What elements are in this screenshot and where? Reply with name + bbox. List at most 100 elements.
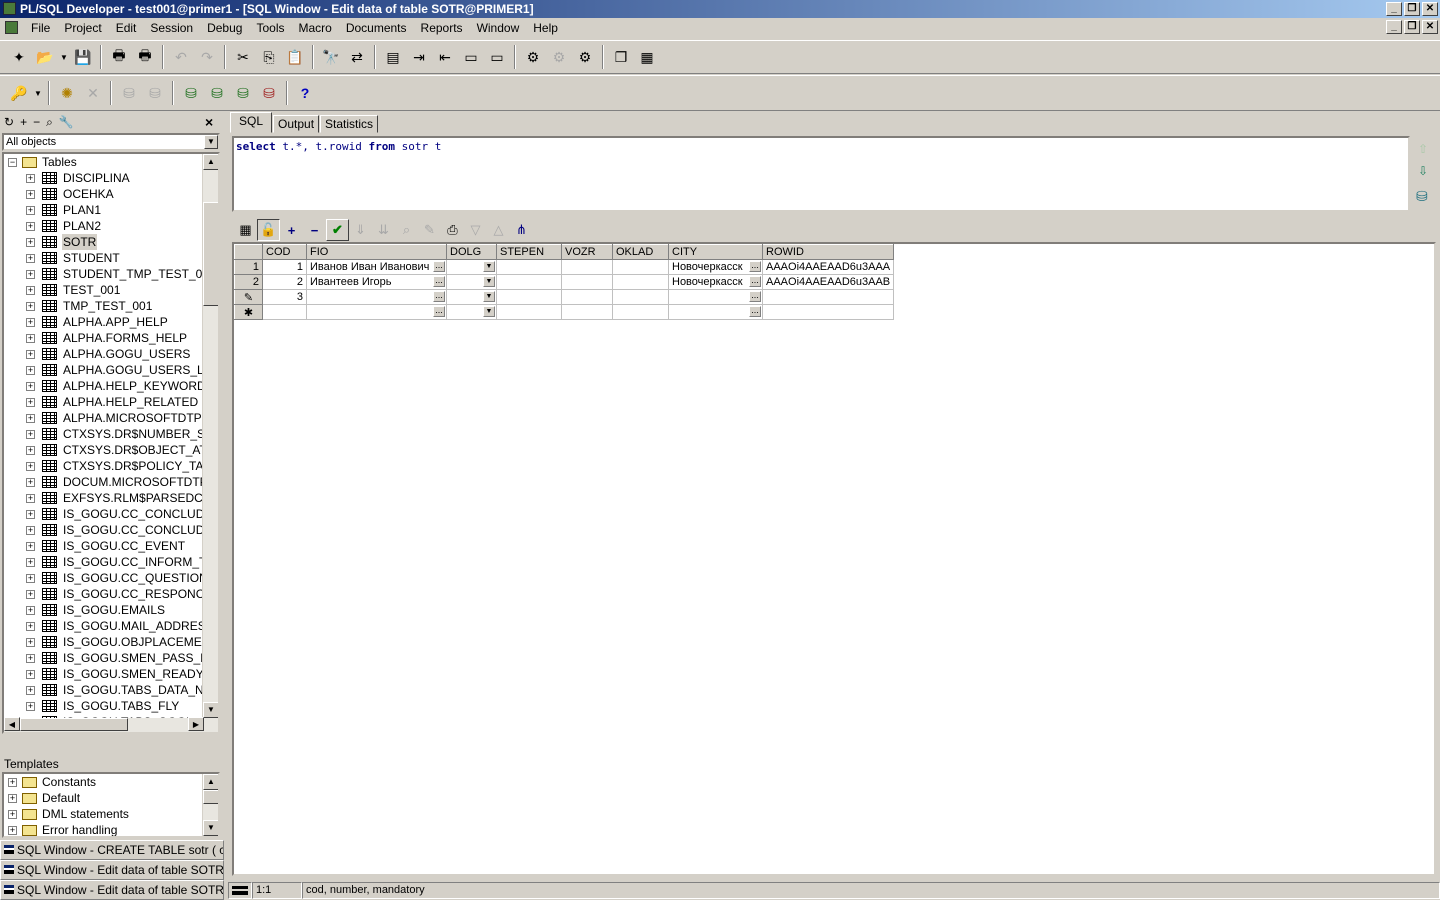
- expand-icon[interactable]: +: [8, 810, 17, 819]
- column-header-oklad[interactable]: OKLAD: [612, 244, 669, 260]
- expand-icon[interactable]: +: [8, 794, 17, 803]
- ellipsis-button[interactable]: ...: [433, 261, 445, 272]
- cell-stepen[interactable]: [496, 289, 562, 305]
- row-header[interactable]: ✱: [234, 304, 263, 320]
- tree-table-item[interactable]: + IS_GOGU.EMAILS: [4, 602, 218, 618]
- tree-table-item[interactable]: + ALPHA.GOGU_USERS: [4, 346, 218, 362]
- cell-dolg[interactable]: ▼: [446, 304, 497, 320]
- expand-icon[interactable]: +: [26, 430, 35, 439]
- paste-icon[interactable]: 📋: [282, 44, 308, 70]
- expand-icon[interactable]: +: [26, 318, 35, 327]
- cell-rowid[interactable]: AAAOi4AAEAAD6u3AAA: [761, 259, 895, 275]
- tree-table-item[interactable]: + DOCUM.MICROSOFTDTPRO: [4, 474, 218, 490]
- tree-table-item[interactable]: + STUDENT: [4, 250, 218, 266]
- expand-icon[interactable]: +: [26, 270, 35, 279]
- disconnect-icon[interactable]: ⛁: [256, 80, 282, 106]
- table-row[interactable]: 1 1 Иванов Иван Иванович... ▼ Новочеркасск..…: [234, 259, 895, 275]
- cell-dolg[interactable]: ▼: [446, 274, 497, 290]
- cell-stepen[interactable]: [496, 274, 562, 290]
- tree-table-item[interactable]: + ALPHA.HELP_RELATED: [4, 394, 218, 410]
- restore-button[interactable]: ❐: [1404, 2, 1420, 16]
- tree-table-item[interactable]: + IS_GOGU.TABS_FLY: [4, 698, 218, 714]
- expand-icon[interactable]: +: [26, 702, 35, 711]
- cut-icon[interactable]: ✂: [230, 44, 256, 70]
- refresh-icon[interactable]: ↻: [4, 115, 14, 130]
- expand-icon[interactable]: +: [8, 778, 17, 787]
- scroll-up-icon[interactable]: ▲: [203, 774, 218, 790]
- key-dropdown-icon[interactable]: ▼: [32, 80, 44, 106]
- expand-icon[interactable]: +: [26, 622, 35, 631]
- menu-debug[interactable]: Debug: [200, 21, 249, 35]
- cell-fio[interactable]: Иванов Иван Иванович...: [306, 259, 447, 275]
- next-page-icon[interactable]: ▽: [464, 219, 487, 241]
- menu-edit[interactable]: Edit: [109, 21, 144, 35]
- tree-table-item[interactable]: + ALPHA.FORMS_HELP: [4, 330, 218, 346]
- key-icon[interactable]: 🔑: [6, 80, 32, 106]
- expand-icon[interactable]: +: [26, 654, 35, 663]
- collapse-icon[interactable]: −: [8, 158, 17, 167]
- scroll-thumb[interactable]: [203, 202, 218, 306]
- expand-icon[interactable]: +: [26, 510, 35, 519]
- expand-icon[interactable]: +: [26, 446, 35, 455]
- scroll-left-icon[interactable]: ◀: [4, 717, 20, 731]
- tree-table-item[interactable]: + IS_GOGU.CC_CONCLUDING_: [4, 506, 218, 522]
- cell-rowid[interactable]: [761, 304, 895, 320]
- undo-icon[interactable]: ↶: [168, 44, 194, 70]
- expand-icon[interactable]: +: [26, 574, 35, 583]
- explain-plan-icon[interactable]: ⚙: [572, 44, 598, 70]
- cell-dolg[interactable]: ▼: [446, 289, 497, 305]
- tree-table-item[interactable]: + STUDENT_TMP_TEST_003: [4, 266, 218, 282]
- break-icon[interactable]: ⚙: [546, 44, 572, 70]
- grid-view-icon[interactable]: ▦: [234, 219, 257, 241]
- tree-table-item[interactable]: + IS_GOGU.CC_QUESTION_TY: [4, 570, 218, 586]
- ellipsis-button[interactable]: ...: [433, 276, 445, 287]
- template-folder-item[interactable]: + Default: [4, 790, 218, 806]
- template-folder-item[interactable]: + Constants: [4, 774, 218, 790]
- expand-icon[interactable]: +: [26, 558, 35, 567]
- menu-macro[interactable]: Macro: [291, 21, 338, 35]
- chevron-down-icon[interactable]: ▼: [483, 306, 495, 317]
- remove-icon[interactable]: −: [33, 115, 40, 130]
- tree-table-item[interactable]: + IS_GOGU.SMEN_READY: [4, 666, 218, 682]
- sql-editor[interactable]: select t.*, t.rowid from sotr t: [232, 136, 1410, 212]
- menu-project[interactable]: Project: [57, 21, 108, 35]
- tree-table-item[interactable]: + IS_GOGU.CC_INFORM_TYPE: [4, 554, 218, 570]
- down-arrow-icon[interactable]: ⇩: [1418, 164, 1428, 178]
- cell-city[interactable]: ...: [668, 304, 763, 320]
- copy-icon[interactable]: ⎘: [256, 44, 282, 70]
- post-changes-icon[interactable]: ✔: [326, 219, 349, 241]
- cell-fio[interactable]: Ивантеев Игорь...: [306, 274, 447, 290]
- close-button[interactable]: ✕: [1422, 2, 1438, 16]
- new-icon[interactable]: ✦: [6, 44, 32, 70]
- connect-icon[interactable]: ⛁: [178, 80, 204, 106]
- scroll-down-icon[interactable]: ▼: [203, 820, 218, 836]
- tree-table-item[interactable]: + IS_GOGU.CC_CONCLUDING_: [4, 522, 218, 538]
- ellipsis-button[interactable]: ...: [749, 276, 761, 287]
- commit-icon[interactable]: ⛁: [116, 80, 142, 106]
- ellipsis-button[interactable]: ...: [749, 306, 761, 317]
- menu-window[interactable]: Window: [470, 21, 527, 35]
- sql-window-icon[interactable]: ⛁: [204, 80, 230, 106]
- ellipsis-button[interactable]: ...: [749, 261, 761, 272]
- column-header-cod[interactable]: COD: [262, 244, 307, 260]
- cell-vozr[interactable]: [561, 274, 613, 290]
- cell-oklad[interactable]: [612, 289, 669, 305]
- table-row[interactable]: 2 2 Ивантеев Игорь... ▼ Новочеркасск... AAAOi…: [234, 274, 895, 290]
- expand-icon[interactable]: +: [26, 478, 35, 487]
- cell-fio[interactable]: ...: [306, 304, 447, 320]
- expand-icon[interactable]: +: [26, 398, 35, 407]
- tab-statistics[interactable]: Statistics: [320, 115, 379, 133]
- prev-page-icon[interactable]: △: [487, 219, 510, 241]
- close-browser-icon[interactable]: ×: [205, 114, 213, 130]
- expand-icon[interactable]: +: [26, 590, 35, 599]
- expand-icon[interactable]: +: [26, 414, 35, 423]
- scroll-right-icon[interactable]: ▶: [188, 717, 204, 731]
- menu-documents[interactable]: Documents: [339, 21, 414, 35]
- cell-stepen[interactable]: [496, 259, 562, 275]
- template-folder-item[interactable]: + DML statements: [4, 806, 218, 822]
- tree-table-item[interactable]: + DISCIPLINA: [4, 170, 218, 186]
- row-header[interactable]: 2: [234, 274, 263, 290]
- tree-table-item[interactable]: + PLAN1: [4, 202, 218, 218]
- expand-icon[interactable]: +: [26, 670, 35, 679]
- expand-icon[interactable]: +: [26, 286, 35, 295]
